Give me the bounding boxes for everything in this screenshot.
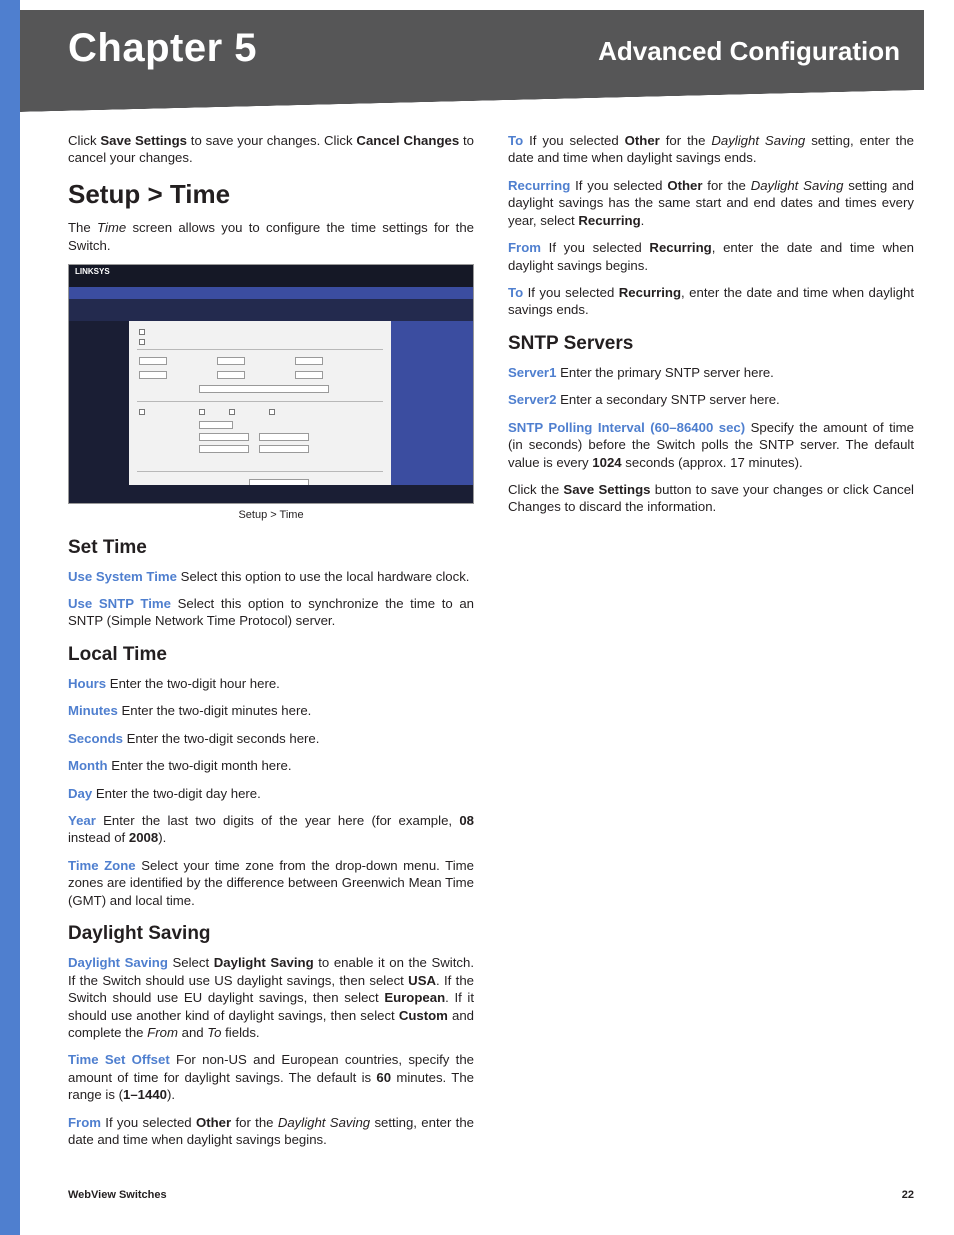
section-title: Advanced Configuration <box>598 36 900 67</box>
intro-paragraph: Click Save Settings to save your changes… <box>68 132 474 167</box>
lt-timezone: Time Zone Select your time zone from the… <box>68 857 474 909</box>
ds-from: From If you selected Other for the Dayli… <box>68 1114 474 1149</box>
setup-time-para: The Time screen allows you to configure … <box>68 219 474 254</box>
heading-set-time: Set Time <box>68 535 474 560</box>
heading-local-time: Local Time <box>68 642 474 667</box>
lt-seconds: Seconds Enter the two-digit seconds here… <box>68 730 474 747</box>
lt-year: Year Enter the last two digits of the ye… <box>68 812 474 847</box>
sntp-s2: Server2 Enter a secondary SNTP server he… <box>508 391 914 408</box>
ds-recurring: Recurring If you selected Other for the … <box>508 177 914 229</box>
footer-page: 22 <box>902 1189 914 1201</box>
figure-wrap: LINKSYS <box>68 264 474 523</box>
sntp-save: Click the Save Settings button to save y… <box>508 481 914 516</box>
heading-setup-time: Setup > Time <box>68 177 474 211</box>
footer-product: WebView Switches <box>68 1189 167 1201</box>
heading-sntp: SNTP Servers <box>508 331 914 356</box>
page: Chapter 5 Advanced Configuration Click S… <box>0 0 954 1235</box>
ds-to: To If you selected Other for the Dayligh… <box>508 132 914 167</box>
lt-hours: Hours Enter the two-digit hour here. <box>68 675 474 692</box>
sntp-s1: Server1 Enter the primary SNTP server he… <box>508 364 914 381</box>
sntp-pi: SNTP Polling Interval (60–86400 sec) Spe… <box>508 419 914 471</box>
page-header: Chapter 5 Advanced Configuration <box>20 10 924 90</box>
ds-rfrom: From If you selected Recurring, enter th… <box>508 239 914 274</box>
content: Click Save Settings to save your changes… <box>68 132 914 1165</box>
heading-daylight: Daylight Saving <box>68 921 474 946</box>
ds-rto: To If you selected Recurring, enter the … <box>508 284 914 319</box>
lt-minutes: Minutes Enter the two-digit minutes here… <box>68 702 474 719</box>
side-accent <box>0 0 20 1235</box>
set-time-system: Use System Time Select this option to us… <box>68 568 474 585</box>
lt-day: Day Enter the two-digit day here. <box>68 785 474 802</box>
page-footer: WebView Switches 22 <box>68 1189 914 1201</box>
set-time-sntp: Use SNTP Time Select this option to sync… <box>68 595 474 630</box>
ds-main: Daylight Saving Select Daylight Saving t… <box>68 954 474 1041</box>
ds-tso: Time Set Offset For non-US and European … <box>68 1051 474 1103</box>
fig-brand: LINKSYS <box>69 265 473 287</box>
lt-month: Month Enter the two-digit month here. <box>68 757 474 774</box>
figure-caption: Setup > Time <box>68 508 474 523</box>
figure-screenshot: LINKSYS <box>68 264 474 504</box>
chapter-title: Chapter 5 <box>68 26 257 71</box>
